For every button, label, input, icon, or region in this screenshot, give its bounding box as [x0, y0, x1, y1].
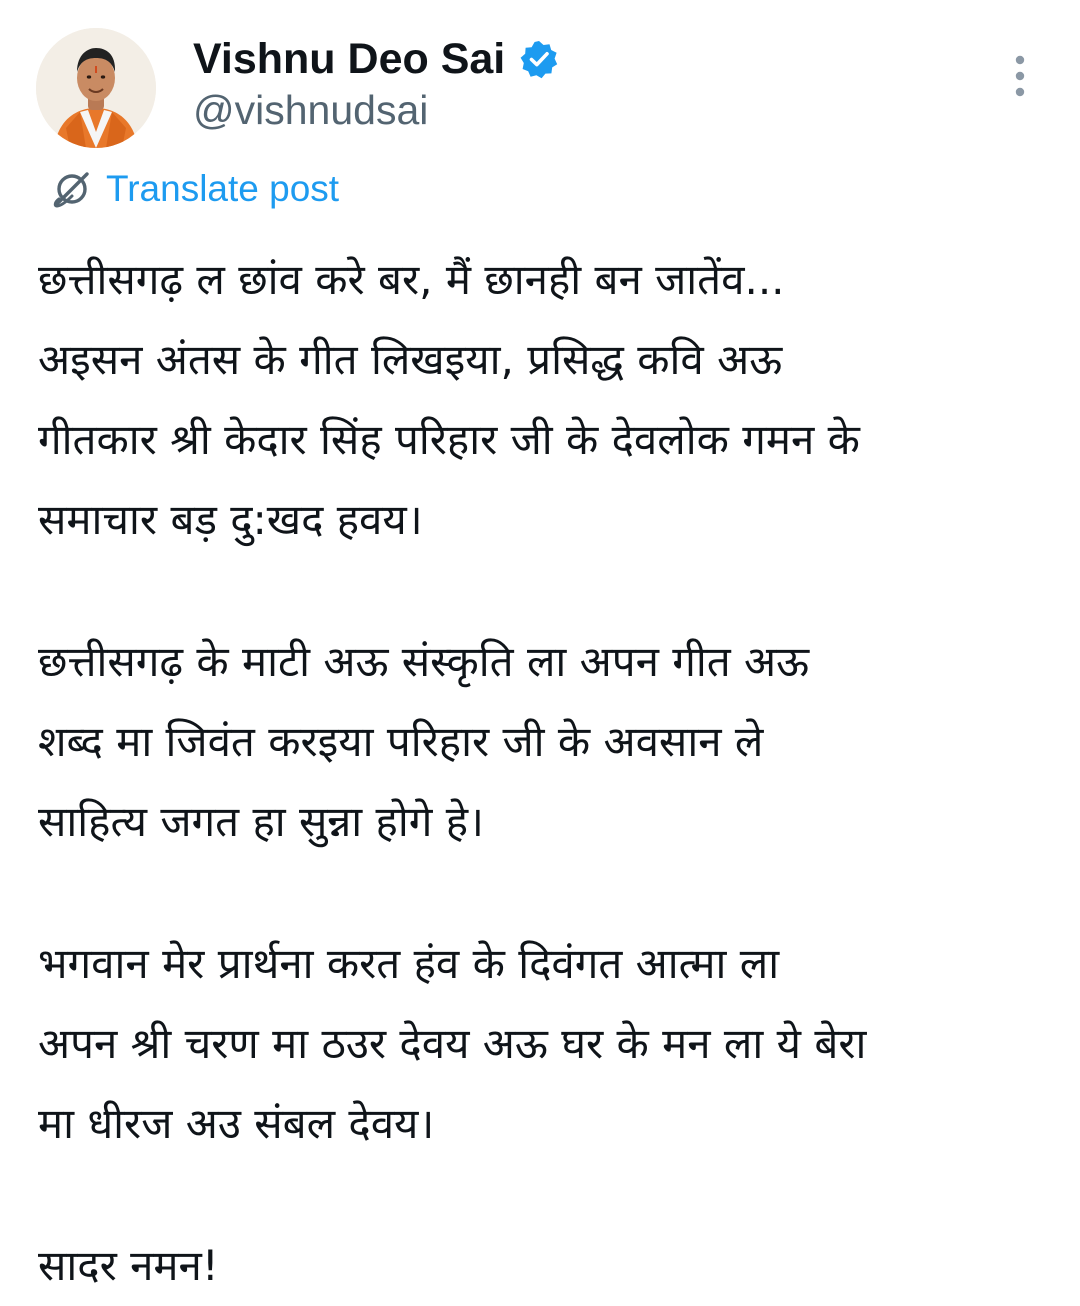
- post-line: साहित्य जगत हा सुन्ना होगे हे।: [38, 797, 484, 846]
- post-header: Vishnu Deo Sai @vishnudsai: [0, 0, 1080, 160]
- profile-photo: [36, 28, 156, 148]
- post-line: समाचार बड़ दु:खद हवय।: [38, 495, 423, 544]
- post-line: सादर नमन!: [38, 1241, 219, 1290]
- author-name-row: Vishnu Deo Sai: [193, 34, 559, 84]
- vertical-ellipsis-icon[interactable]: [1000, 52, 1040, 100]
- post-line: छत्तीसगढ़ ल छांव करे बर, मैं छानही बन जा…: [38, 255, 785, 304]
- post-line: अइसन अंतस के गीत लिखइया, प्रसिद्ध कवि अऊ: [38, 335, 783, 384]
- avatar[interactable]: [36, 28, 156, 148]
- post-line: शब्द मा जिवंत करइया परिहार जी के अवसान ल…: [38, 717, 764, 766]
- verified-badge-icon[interactable]: [519, 39, 559, 79]
- translate-post-link[interactable]: Translate post: [48, 166, 339, 212]
- translate-post-label[interactable]: Translate post: [106, 167, 339, 211]
- post-line: गीतकार श्री केदार सिंह परिहार जी के देवल…: [38, 415, 860, 464]
- author-display-name[interactable]: Vishnu Deo Sai: [193, 34, 505, 84]
- post-text: छत्तीसगढ़ ल छांव करे बर, मैं छानही बन जा…: [38, 240, 1058, 1306]
- post-line: भगवान मेर प्रार्थना करत हंव के दिवंगत आत…: [38, 939, 780, 988]
- translate-globe-icon: [53, 172, 89, 208]
- author-handle[interactable]: @vishnudsai: [193, 86, 428, 134]
- post-line: मा धीरज अउ संबल देवय।: [38, 1099, 435, 1148]
- post-line: अपन श्री चरण मा ठउर देवय अऊ घर के मन ला …: [38, 1019, 867, 1068]
- post-line: छत्तीसगढ़ के माटी अऊ संस्कृति ला अपन गीत…: [38, 637, 810, 686]
